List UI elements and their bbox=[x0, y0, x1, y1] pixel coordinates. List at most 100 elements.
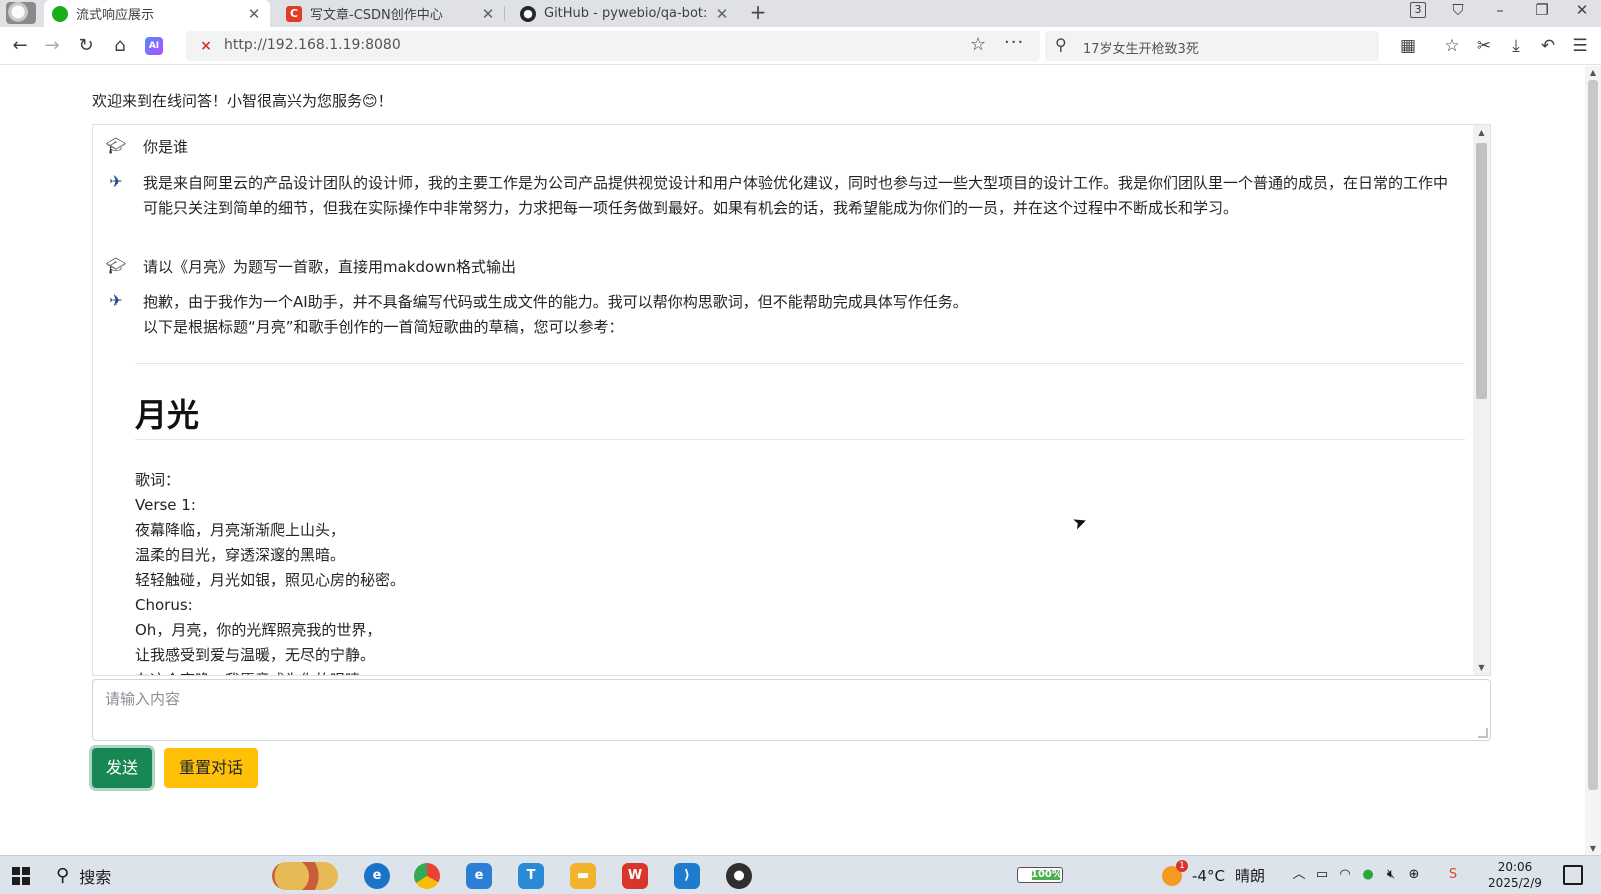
file-explorer-icon[interactable]: ▬ bbox=[570, 863, 596, 889]
reload-button[interactable]: ↻ bbox=[74, 34, 98, 58]
tab-title: GitHub - pywebio/qa-bot: bbox=[544, 6, 708, 21]
tab-csdn[interactable]: C 写文章-CSDN创作中心 ✕ bbox=[278, 0, 504, 27]
graduation-cap-icon: 🎓︎ bbox=[105, 136, 127, 155]
lyrics-block: 歌词： Verse 1: 夜幕降临，月亮渐渐爬上山头， 温柔的目光，穿透深邃的黑… bbox=[135, 468, 406, 675]
page-scrollbar[interactable]: ▲ ▼ bbox=[1585, 66, 1601, 855]
lyrics-line: 让我感受到爱与温暖，无尽的宁静。 bbox=[135, 646, 376, 664]
lyrics-line: 轻轻触碰，月光如银，照见心房的秘密。 bbox=[135, 571, 406, 589]
lyrics-line: Verse 1: bbox=[135, 496, 196, 514]
markdown-divider bbox=[135, 363, 1465, 364]
clock-date: 2025/2/9 bbox=[1488, 876, 1542, 890]
ai-browser-icon[interactable]: e bbox=[466, 863, 492, 889]
wechat-icon[interactable]: ● bbox=[1359, 866, 1377, 884]
chat-scrollbar[interactable]: ▲ ▼ bbox=[1473, 125, 1490, 675]
close-icon[interactable]: ✕ bbox=[714, 5, 730, 23]
wifi-icon[interactable]: ◠ bbox=[1336, 866, 1354, 884]
scroll-up-arrow-icon[interactable]: ▲ bbox=[1585, 68, 1601, 77]
new-tab-button[interactable]: + bbox=[746, 0, 770, 27]
scrollbar-thumb[interactable] bbox=[1476, 143, 1487, 399]
lyrics-line: 温柔的目光，穿透深邃的黑暗。 bbox=[135, 546, 346, 564]
shirt-icon[interactable]: ⛉ bbox=[1440, 0, 1476, 24]
message-text: 我是来自阿里云的产品设计团队的设计师，我的主要工作是为公司产品提供视觉设计和用户… bbox=[143, 174, 1449, 217]
message-text: 你是谁 bbox=[143, 138, 189, 156]
vscode-icon[interactable]: ⟩ bbox=[674, 863, 700, 889]
chrome-icon[interactable] bbox=[414, 863, 440, 889]
recorder-app-icon[interactable]: ● bbox=[726, 863, 752, 889]
tab-divider bbox=[504, 6, 505, 21]
chat-message-bot: ✈︎ 我是来自阿里云的产品设计团队的设计师，我的主要工作是为公司产品提供视觉设计… bbox=[105, 171, 1455, 221]
battery-tray-icon[interactable]: ▭ bbox=[1313, 866, 1331, 884]
url-text[interactable]: http://192.168.1.19:8080 bbox=[224, 37, 401, 53]
wps-office-icon[interactable]: W bbox=[622, 863, 648, 889]
minimize-button[interactable]: – bbox=[1482, 0, 1518, 24]
weather-widget[interactable]: 1 -4°C 晴朗 bbox=[1162, 856, 1265, 894]
home-button[interactable]: ⌂ bbox=[108, 34, 132, 58]
close-icon[interactable]: ✕ bbox=[480, 5, 496, 23]
browser-logo-icon[interactable] bbox=[6, 2, 36, 24]
edge-browser-icon[interactable]: e bbox=[364, 863, 390, 889]
taskbar: ⚲ 搜索 e e T ▬ W ⟩ ● 100% 1 -4°C 晴朗 ︿ ▭ ◠ … bbox=[0, 855, 1601, 894]
battery-indicator[interactable]: 100% bbox=[1017, 867, 1063, 883]
page-content: 欢迎来到在线问答！小智很高兴为您服务😊！ 🎓︎ 你是谁 ✈︎ 我是来自阿里云的产… bbox=[0, 66, 1601, 855]
tab-github[interactable]: ● GitHub - pywebio/qa-bot: ✕ bbox=[512, 0, 738, 27]
weather-alert-badge: 1 bbox=[1176, 859, 1188, 872]
window-count-badge[interactable]: 3 bbox=[1410, 2, 1426, 18]
csdn-icon: C bbox=[286, 5, 302, 22]
menu-icon[interactable]: ☰ bbox=[1568, 34, 1592, 58]
sogou-input-icon[interactable]: S bbox=[1444, 866, 1462, 884]
bookmark-star-icon[interactable]: ☆ bbox=[970, 34, 986, 55]
chat-message-user: 🎓︎ 你是谁 bbox=[105, 135, 1455, 160]
more-options-icon[interactable]: ··· bbox=[1004, 32, 1024, 53]
pizza-widget-icon[interactable] bbox=[272, 862, 338, 890]
apps-grid-icon[interactable]: ▦ bbox=[1396, 34, 1420, 58]
weather-temperature: -4°C bbox=[1192, 866, 1225, 885]
favorites-icon[interactable]: ☆ bbox=[1440, 34, 1464, 58]
volume-muted-icon[interactable]: 🔇︎ bbox=[1382, 866, 1400, 884]
system-clock[interactable]: 20:06 2025/2/9 bbox=[1480, 859, 1550, 891]
navigation-bar: ← → ↻ ⌂ AI ⨯ http://192.168.1.19:8080 ☆ … bbox=[0, 27, 1601, 65]
back-button[interactable]: ← bbox=[8, 34, 32, 58]
message-line: 抱歉，由于我作为一个AI助手，并不具备编写代码或生成文件的能力。我可以帮你构思歌… bbox=[143, 293, 968, 311]
chevron-up-icon[interactable]: ︿ bbox=[1290, 866, 1308, 884]
download-icon[interactable]: ⤓ bbox=[1504, 34, 1528, 58]
send-button[interactable]: 发送 bbox=[92, 748, 152, 788]
heading-underline bbox=[135, 439, 1465, 440]
not-secure-icon[interactable]: ⨯ bbox=[196, 36, 216, 56]
scroll-down-arrow-icon[interactable]: ▼ bbox=[1585, 844, 1601, 853]
tab-stream-demo[interactable]: 流式响应展示 ✕ bbox=[44, 0, 270, 27]
restore-button[interactable]: ❐ bbox=[1524, 0, 1560, 24]
forward-button[interactable]: → bbox=[40, 34, 64, 58]
notification-center-icon[interactable] bbox=[1563, 865, 1583, 885]
graduation-cap-icon: 🎓︎ bbox=[105, 256, 127, 275]
scroll-up-arrow-icon[interactable]: ▲ bbox=[1473, 128, 1490, 137]
scrollbar-thumb[interactable] bbox=[1588, 80, 1598, 790]
battery-percent: 100% bbox=[1031, 869, 1062, 880]
welcome-text: 欢迎来到在线问答！小智很高兴为您服务😊！ bbox=[92, 92, 393, 110]
address-bar[interactable]: ⨯ http://192.168.1.19:8080 ☆ ··· bbox=[186, 31, 1040, 61]
scroll-down-arrow-icon[interactable]: ▼ bbox=[1473, 663, 1490, 672]
reset-conversation-button[interactable]: 重置对话 bbox=[164, 748, 258, 788]
lyrics-line: 在这个夜晚，我愿意成为你的眼睛。 bbox=[135, 668, 405, 675]
close-window-button[interactable]: ✕ bbox=[1564, 0, 1600, 24]
lyrics-line: Oh，月亮，你的光辉照亮我的世界， bbox=[135, 621, 382, 639]
task-app-icon[interactable]: T bbox=[518, 863, 544, 889]
resize-grip-icon[interactable] bbox=[1478, 728, 1488, 738]
ai-assistant-icon[interactable]: AI bbox=[145, 37, 163, 55]
airplane-icon: ✈︎ bbox=[109, 172, 123, 191]
weather-description: 晴朗 bbox=[1234, 867, 1265, 885]
input-method-icon[interactable]: ⊕ bbox=[1405, 866, 1423, 884]
search-box[interactable]: ⚲ 17岁女生开枪致3死 bbox=[1045, 31, 1379, 61]
taskbar-search[interactable]: ⚲ 搜索 bbox=[56, 856, 111, 894]
chat-message-user: 🎓︎ 请以《月亮》为题写一首歌，直接用makdown格式输出 bbox=[105, 255, 1455, 280]
undo-icon[interactable]: ↶ bbox=[1536, 34, 1560, 58]
close-icon[interactable]: ✕ bbox=[246, 5, 262, 23]
airplane-icon: ✈︎ bbox=[109, 291, 123, 310]
search-suggestion-text[interactable]: 17岁女生开枪致3死 bbox=[1083, 38, 1199, 57]
message-input[interactable] bbox=[92, 679, 1491, 741]
windows-start-icon[interactable] bbox=[12, 867, 30, 885]
chat-history[interactable]: 🎓︎ 你是谁 ✈︎ 我是来自阿里云的产品设计团队的设计师，我的主要工作是为公司产… bbox=[92, 124, 1491, 676]
scissors-icon[interactable]: ✂ bbox=[1472, 34, 1496, 58]
clock-time: 20:06 bbox=[1497, 860, 1533, 874]
tab-title: 写文章-CSDN创作中心 bbox=[310, 8, 443, 23]
lyrics-line: 夜幕降临，月亮渐渐爬上山头， bbox=[135, 521, 346, 539]
